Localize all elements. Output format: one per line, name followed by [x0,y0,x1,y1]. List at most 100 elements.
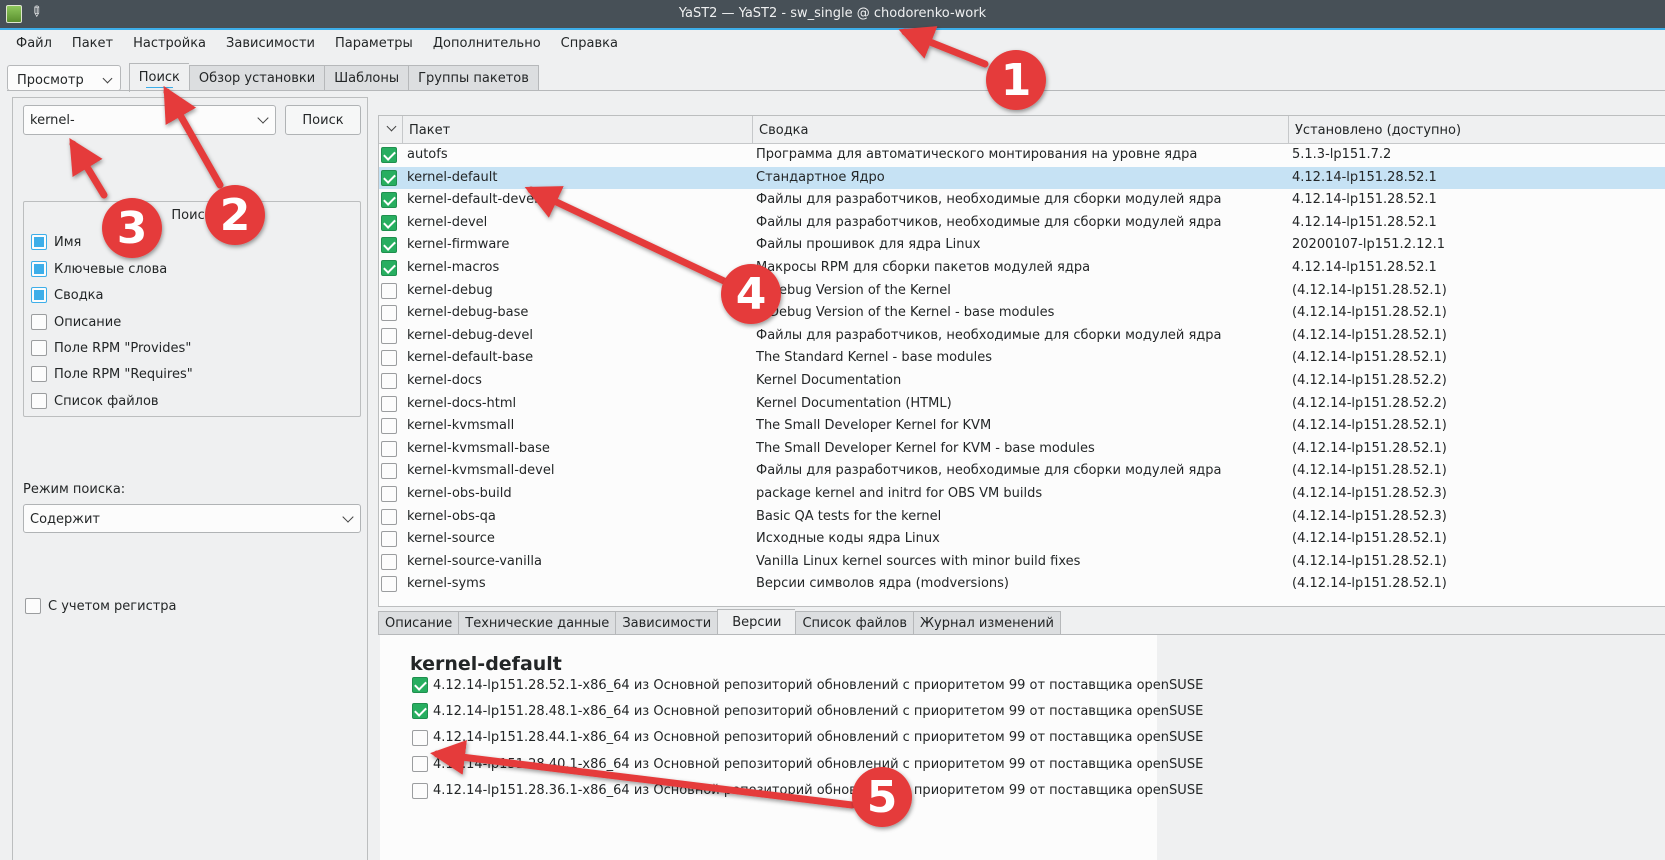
chevron-down-icon[interactable] [257,112,269,124]
table-row[interactable]: kernel-devel Файлы для разработчиков, нео… [379,212,1665,234]
version-item[interactable]: 4.12.14-lp151.28.36.1-x86_64 из Основной… [412,782,1203,799]
package-version-cell: (4.12.14-lp151.28.52.2) [1292,373,1447,388]
column-header-installed[interactable]: Установлено (доступно) [1289,116,1665,144]
table-row[interactable]: kernel-macros Макросы RPM для сборки паке… [379,257,1665,279]
option-rpm-provides[interactable]: Поле RPM "Provides" [31,338,191,358]
table-row[interactable]: autofs Программа для автоматического монт… [379,144,1665,166]
package-status-checkbox[interactable] [381,576,397,593]
package-status-checkbox[interactable] [381,305,397,322]
table-row[interactable]: kernel-default-base The Standard Kernel -… [379,347,1665,369]
menu-file[interactable]: Файл [6,30,62,58]
checkbox-rpm-requires[interactable] [31,366,47,382]
package-status-checkbox[interactable] [381,440,397,457]
package-status-checkbox[interactable] [381,260,397,276]
menu-help[interactable]: Справка [551,30,628,58]
menu-options[interactable]: Параметры [325,30,423,58]
table-row[interactable]: kernel-debug-devel Файлы для разработчико… [379,325,1665,347]
table-row[interactable]: kernel-kvmsmall-base The Small Developer … [379,438,1665,460]
tab-installation-summary[interactable]: Обзор установки [188,65,325,91]
version-label: 4.12.14-lp151.28.48.1-x86_64 из Основной… [433,703,1204,719]
version-item[interactable]: 4.12.14-lp151.28.44.1-x86_64 из Основной… [412,729,1203,746]
package-status-checkbox[interactable] [381,214,397,231]
table-row[interactable]: kernel-obs-qa Basic QA tests for the kern… [379,506,1665,528]
package-status-checkbox[interactable] [381,350,397,367]
tab-file-list[interactable]: Список файлов [795,611,914,635]
package-name-cell: kernel-syms [407,576,486,592]
tab-dependencies[interactable]: Зависимости [615,611,718,635]
package-status-checkbox[interactable] [381,395,397,412]
tab-technical-data[interactable]: Технические данные [458,611,616,635]
search-button[interactable]: Поиск [285,105,361,135]
table-row[interactable]: kernel-syms Версии символов ядра (modvers… [379,573,1665,595]
version-item[interactable]: 4.12.14-lp151.28.48.1-x86_64 из Основной… [412,703,1204,720]
checkbox-file-list[interactable] [31,393,47,409]
status-column-header[interactable] [379,116,403,144]
checkbox-rpm-provides[interactable] [31,340,47,356]
tab-package-groups[interactable]: Группы пакетов [408,65,539,91]
table-row[interactable]: kernel-kvmsmall The Small Developer Kerne… [379,415,1665,437]
package-status-checkbox[interactable] [381,418,397,435]
option-description[interactable]: Описание [31,312,121,332]
checkbox-description[interactable] [31,314,47,330]
version-item[interactable]: 4.12.14-lp151.28.40.1-x86_64 из Основной… [412,756,1203,773]
package-status-checkbox[interactable] [381,169,397,186]
package-status-checkbox[interactable] [381,373,397,389]
package-status-checkbox[interactable] [381,192,397,209]
option-keywords[interactable]: Ключевые слова [31,259,167,279]
package-status-checkbox[interactable] [381,282,397,299]
package-status-checkbox[interactable] [381,508,397,525]
checkbox-keywords[interactable] [31,261,47,277]
chevron-down-icon[interactable] [342,511,354,523]
checkbox-case-sensitive[interactable] [25,598,41,614]
table-row[interactable]: kernel-default-devel Файлы для разработчи… [379,189,1665,211]
table-row[interactable]: kernel-firmware Файлы прошивок для ядра L… [379,234,1665,256]
table-row[interactable]: kernel-source Исходные коды ядра Linux (4.… [379,528,1665,550]
version-checkbox[interactable] [412,729,428,746]
tab-changelog[interactable]: Журнал изменений [913,611,1061,635]
checkbox-name[interactable] [31,234,47,250]
menu-configuration[interactable]: Настройка [123,30,216,58]
table-row[interactable]: kernel-docs Kernel Documentation (4.12.14-… [379,370,1665,392]
option-summary[interactable]: Сводка [31,285,104,305]
package-name-cell: kernel-debug-devel [407,327,533,343]
version-checkbox[interactable] [412,703,428,720]
menu-extras[interactable]: Дополнительно [423,30,551,58]
package-status-checkbox[interactable] [381,463,397,480]
option-file-list[interactable]: Список файлов [31,391,159,411]
column-header-package[interactable]: Пакет [403,116,753,144]
table-row[interactable]: kernel-debug A Debug Version of the Kerne… [379,280,1665,302]
view-dropdown[interactable]: Просмотр [7,65,121,91]
checkbox-summary[interactable] [31,287,47,303]
tab-patterns[interactable]: Шаблоны [324,65,409,91]
package-status-checkbox[interactable] [381,486,397,502]
version-checkbox[interactable] [412,677,428,693]
version-checkbox[interactable] [412,782,428,799]
menu-dependencies[interactable]: Зависимости [216,30,325,58]
option-case-sensitive[interactable]: С учетом регистра [25,598,177,614]
table-row[interactable]: kernel-obs-build package kernel and initr… [379,483,1665,505]
package-status-checkbox[interactable] [381,327,397,344]
tab-versions[interactable]: Версии [717,609,796,636]
tab-search[interactable]: Поиск [128,63,189,92]
option-rpm-requires[interactable]: Поле RPM "Requires" [31,364,193,384]
package-status-checkbox[interactable] [381,531,397,548]
option-name[interactable]: Имя [31,232,81,252]
package-status-checkbox[interactable] [381,147,397,163]
table-row[interactable]: kernel-debug-base A Debug Version of the … [379,302,1665,324]
column-header-summary[interactable]: Сводка [753,116,1289,144]
version-checkbox[interactable] [412,756,428,773]
table-row[interactable]: kernel-source-vanilla Vanilla Linux kerne… [379,551,1665,573]
menu-package[interactable]: Пакет [62,30,123,58]
table-row[interactable]: kernel-docs-html Kernel Documentation (HT… [379,393,1665,415]
package-name-cell: kernel-docs-html [407,395,517,411]
search-mode-select[interactable]: Содержит [23,504,361,533]
package-status-checkbox[interactable] [381,237,397,254]
search-input[interactable]: kernel- [23,105,276,135]
table-row[interactable]: kernel-default Стандартное Ядро 4.12.14-lp… [379,166,1665,189]
package-name-cell: autofs [407,147,448,162]
search-group-title: Поиск [171,208,213,223]
package-status-checkbox[interactable] [381,553,397,570]
version-item[interactable]: 4.12.14-lp151.28.52.1-x86_64 из Основной… [412,677,1203,693]
tab-description[interactable]: Описание [378,611,459,635]
table-row[interactable]: kernel-kvmsmall-devel Файлы для разработч… [379,460,1665,482]
